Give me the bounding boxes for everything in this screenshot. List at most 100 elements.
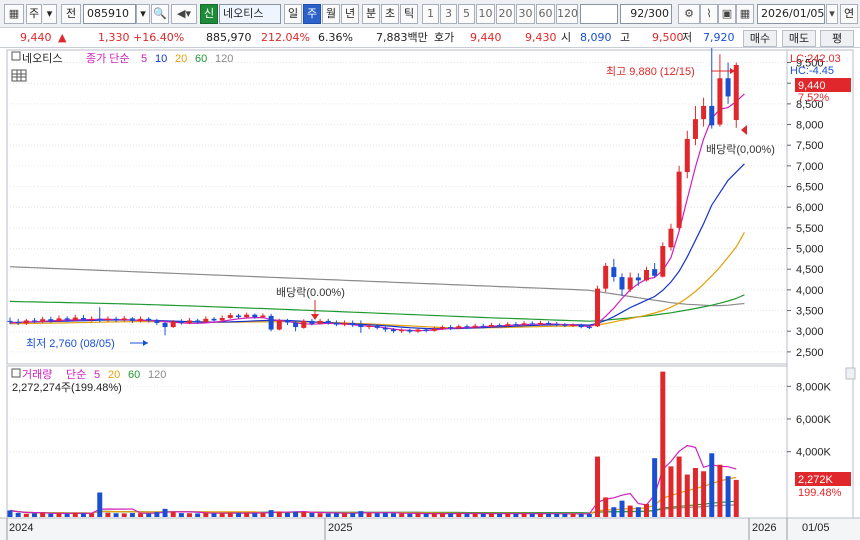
candle-body[interactable] <box>537 322 543 325</box>
volume-bar[interactable] <box>56 513 62 517</box>
volume-bar[interactable] <box>129 513 135 517</box>
volume-bar[interactable] <box>317 513 323 517</box>
candle-body[interactable] <box>554 323 560 325</box>
calendar-icon[interactable]: ▦ <box>736 4 754 24</box>
volume-bar[interactable] <box>725 476 731 517</box>
volume-bar[interactable] <box>464 513 470 517</box>
period-second[interactable]: 초 <box>381 4 399 24</box>
candle-body[interactable] <box>399 329 405 332</box>
candle-body[interactable] <box>195 320 201 323</box>
candle-body[interactable] <box>113 318 119 321</box>
candle-body[interactable] <box>627 277 633 290</box>
candle-body[interactable] <box>309 320 315 324</box>
volume-bar[interactable] <box>521 513 527 517</box>
candle-body[interactable] <box>692 119 698 139</box>
volume-bar[interactable] <box>342 513 348 517</box>
candle-body[interactable] <box>407 329 413 332</box>
speaker-icon[interactable]: ◀▾ <box>171 4 197 24</box>
interval-1[interactable]: 1 <box>422 4 439 24</box>
candle-body[interactable] <box>586 327 592 329</box>
volume-bar[interactable] <box>162 508 168 517</box>
volume-bar[interactable] <box>423 513 429 517</box>
candle-body[interactable] <box>456 326 462 329</box>
candle-body[interactable] <box>97 318 103 321</box>
search-icon[interactable]: 🔍 <box>151 4 169 24</box>
volume-bar[interactable] <box>187 513 193 517</box>
volume-bar[interactable] <box>611 507 617 517</box>
volume-bar[interactable] <box>692 468 698 517</box>
candle-body[interactable] <box>211 318 217 321</box>
volume-bar[interactable] <box>439 513 445 517</box>
period-month[interactable]: 월 <box>322 4 340 24</box>
candle-body[interactable] <box>529 323 535 325</box>
candle-body[interactable] <box>701 105 707 120</box>
period-week[interactable]: 주 <box>303 4 321 24</box>
volume-bar[interactable] <box>203 512 209 517</box>
candle-body[interactable] <box>513 324 519 326</box>
candle-body[interactable] <box>105 318 111 321</box>
candle-body[interactable] <box>472 325 478 328</box>
candle-body[interactable] <box>138 318 144 321</box>
candle-body[interactable] <box>7 320 13 322</box>
volume-bar[interactable] <box>399 513 405 517</box>
volume-bar[interactable] <box>676 456 682 517</box>
candle-body[interactable] <box>48 319 54 321</box>
candle-body[interactable] <box>15 322 21 324</box>
candle-body[interactable] <box>178 321 184 323</box>
candle-body[interactable] <box>350 322 356 325</box>
candle-body[interactable] <box>301 320 307 328</box>
candle-body[interactable] <box>717 78 723 125</box>
candle-body[interactable] <box>562 324 568 326</box>
volume-bar[interactable] <box>619 500 625 517</box>
volume-bar[interactable] <box>23 513 29 517</box>
candle-body[interactable] <box>129 318 135 321</box>
indicator-icon[interactable]: ⚙ <box>678 4 700 24</box>
candle-body[interactable] <box>162 322 168 328</box>
candle-body[interactable] <box>546 322 552 324</box>
volume-bar[interactable] <box>431 513 437 517</box>
candle-body[interactable] <box>80 317 86 320</box>
volume-bar[interactable] <box>195 513 201 517</box>
candle-body[interactable] <box>154 320 160 323</box>
candle-body[interactable] <box>733 65 739 120</box>
volume-bar[interactable] <box>293 511 299 517</box>
candle-body[interactable] <box>317 320 323 324</box>
volume-bar[interactable] <box>40 512 46 517</box>
volume-bar[interactable] <box>578 513 584 517</box>
candle-body[interactable] <box>276 320 282 330</box>
candle-body[interactable] <box>488 325 494 327</box>
candle-body[interactable] <box>497 325 503 326</box>
volume-bar[interactable] <box>121 513 127 517</box>
table-icon[interactable] <box>11 69 27 82</box>
volume-bar[interactable] <box>513 513 519 517</box>
candle-body[interactable] <box>244 314 250 318</box>
candle-body[interactable] <box>603 265 609 289</box>
volume-bar[interactable] <box>80 513 86 517</box>
candle-body[interactable] <box>635 277 641 281</box>
candle-body[interactable] <box>578 325 584 328</box>
interval-5[interactable]: 5 <box>458 4 475 24</box>
volume-bar[interactable] <box>64 513 70 517</box>
volume-bar[interactable] <box>358 511 364 517</box>
volume-bar[interactable] <box>488 513 494 517</box>
candle-body[interactable] <box>170 321 176 328</box>
candle-body[interactable] <box>342 322 348 325</box>
volume-bar[interactable] <box>89 513 95 517</box>
candle-body[interactable] <box>235 315 241 318</box>
volume-bar[interactable] <box>227 512 233 517</box>
volume-bar[interactable] <box>284 512 290 517</box>
candle-body[interactable] <box>146 318 152 321</box>
count-field[interactable]: 92/300 <box>620 4 672 24</box>
volume-bar[interactable] <box>595 456 601 517</box>
volume-bar[interactable] <box>325 513 331 517</box>
candle-body[interactable] <box>643 270 649 281</box>
volume-bar[interactable] <box>448 513 454 517</box>
interval-60[interactable]: 60 <box>536 4 555 24</box>
volume-bar[interactable] <box>668 466 674 517</box>
volume-bar[interactable] <box>382 512 388 517</box>
candle-body[interactable] <box>439 327 445 329</box>
volume-bar[interactable] <box>146 513 152 517</box>
candle-body[interactable] <box>260 315 266 318</box>
eval-button[interactable]: 평 <box>820 30 854 47</box>
candle-body[interactable] <box>40 319 46 322</box>
